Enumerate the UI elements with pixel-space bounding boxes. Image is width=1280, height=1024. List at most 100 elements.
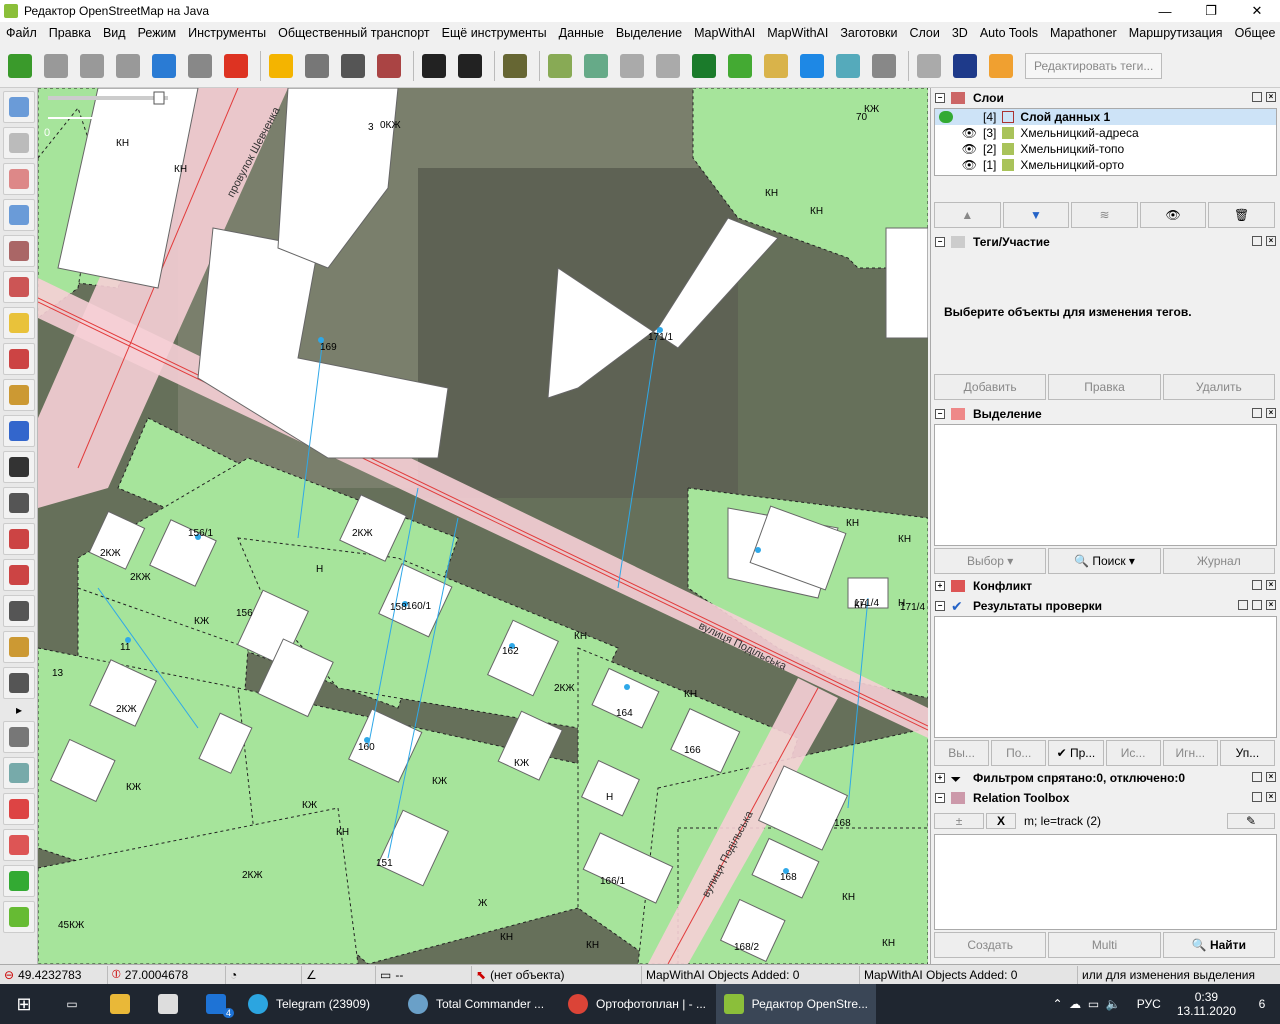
validation-select-button[interactable]: Вы... bbox=[934, 740, 990, 766]
start-button[interactable]: ⊞ bbox=[0, 984, 48, 1024]
multi-button[interactable]: Multi bbox=[1048, 932, 1161, 958]
industrial-button[interactable] bbox=[544, 49, 576, 83]
eye-icon[interactable]: 👁 bbox=[935, 142, 983, 156]
road-gray-button[interactable] bbox=[301, 49, 333, 83]
add-tag-button[interactable]: Добавить bbox=[934, 374, 1047, 400]
layer-row[interactable]: 👁 [3] Хмельницкий-адреса bbox=[935, 125, 1276, 141]
forest-button[interactable] bbox=[688, 49, 720, 83]
filter-panel-header[interactable]: + ⏷ Фильтром спрятано:0, отключено:0 × bbox=[931, 768, 1280, 788]
building-tool[interactable] bbox=[3, 667, 35, 699]
redo-button[interactable] bbox=[112, 49, 144, 83]
eye-icon[interactable]: 👁 bbox=[935, 126, 983, 140]
minimize-button[interactable]: — bbox=[1142, 0, 1188, 22]
visibility-button[interactable]: 👁 bbox=[1139, 202, 1207, 228]
edit-tool[interactable] bbox=[3, 631, 35, 663]
zoom-slider-handle[interactable] bbox=[153, 91, 165, 105]
menu-3d[interactable]: 3D bbox=[946, 26, 974, 40]
ignore-button[interactable]: Игн... bbox=[1162, 740, 1218, 766]
wall-button[interactable] bbox=[373, 49, 405, 83]
close-panel-icon[interactable]: × bbox=[1266, 408, 1276, 418]
collapse-toggle[interactable]: − bbox=[935, 601, 945, 611]
relation-toolbox-header[interactable]: − Relation Toolbox × bbox=[931, 788, 1280, 808]
menu-public-transport[interactable]: Общественный транспорт bbox=[272, 26, 436, 40]
map-tool[interactable] bbox=[3, 865, 35, 897]
validation-panel-header[interactable]: − ✔ Результаты проверки × bbox=[931, 596, 1280, 616]
refresh-tool[interactable] bbox=[3, 901, 35, 933]
search-button[interactable]: 🔍 Поиск ▾ bbox=[1048, 548, 1161, 574]
selection-panel-header[interactable]: − Выделение × bbox=[931, 404, 1280, 424]
delete-tool[interactable] bbox=[3, 235, 35, 267]
tag-tool[interactable] bbox=[3, 757, 35, 789]
zoom-tool-tool[interactable] bbox=[3, 199, 35, 231]
manage-ignored-button[interactable]: Уп... bbox=[1219, 740, 1276, 766]
split-way-tool[interactable] bbox=[3, 415, 35, 447]
menu-view[interactable]: Вид bbox=[97, 26, 132, 40]
menu-file[interactable]: Файл bbox=[0, 26, 43, 40]
history-button[interactable]: Журнал bbox=[1162, 548, 1275, 574]
layers-panel-header[interactable]: − Слои × bbox=[931, 88, 1280, 108]
josm-task[interactable]: Редактор OpenStre... bbox=[716, 984, 876, 1024]
delete-layer-button[interactable]: 🗑 bbox=[1208, 202, 1275, 228]
menu-auto-tools[interactable]: Auto Tools bbox=[974, 26, 1044, 40]
parallel-tool[interactable] bbox=[3, 343, 35, 375]
delete-tag-button[interactable]: Удалить bbox=[1162, 374, 1275, 400]
menu-tools[interactable]: Инструменты bbox=[182, 26, 272, 40]
close-panel-icon[interactable]: × bbox=[1266, 792, 1276, 802]
draw-line-tool[interactable] bbox=[3, 163, 35, 195]
collapse-toggle[interactable]: − bbox=[935, 237, 945, 247]
area-tool[interactable] bbox=[3, 307, 35, 339]
menu-mapwithai-1[interactable]: MapWithAI bbox=[688, 26, 761, 40]
settings-icon[interactable] bbox=[1238, 600, 1248, 610]
collapse-toggle[interactable]: − bbox=[935, 409, 945, 419]
select-button[interactable]: Выбор ▾ bbox=[934, 548, 1047, 574]
conflict-panel-header[interactable]: + Конфликт × bbox=[931, 576, 1280, 596]
bus-button[interactable] bbox=[454, 49, 486, 83]
menu-presets[interactable]: Заготовки bbox=[834, 26, 903, 40]
farmland-button[interactable] bbox=[760, 49, 792, 83]
close-panel-icon[interactable]: × bbox=[1266, 236, 1276, 246]
hand-tool[interactable] bbox=[3, 595, 35, 627]
josm-x-button[interactable] bbox=[985, 49, 1017, 83]
total-commander-task[interactable]: Total Commander ... bbox=[400, 984, 560, 1024]
traffic-light-button[interactable] bbox=[337, 49, 369, 83]
explorer-icon[interactable] bbox=[96, 984, 144, 1024]
pencil-line-tool[interactable] bbox=[3, 379, 35, 411]
select-tool[interactable] bbox=[3, 91, 35, 123]
menu-selection[interactable]: Выделение bbox=[610, 26, 688, 40]
menu-mapathoner[interactable]: Mapathoner bbox=[1044, 26, 1123, 40]
measure-tool[interactable] bbox=[3, 523, 35, 555]
points-tool[interactable] bbox=[3, 559, 35, 591]
preferences-button[interactable] bbox=[184, 49, 216, 83]
validation-zoom-button[interactable]: По... bbox=[991, 740, 1047, 766]
collapse-toggle[interactable]: − bbox=[935, 793, 945, 803]
move-down-button[interactable]: ▼ bbox=[1002, 202, 1070, 228]
close-panel-icon[interactable]: × bbox=[1266, 580, 1276, 590]
menu-general[interactable]: Общее bbox=[1229, 26, 1280, 40]
landfill-button[interactable] bbox=[580, 49, 612, 83]
close-panel-icon[interactable]: × bbox=[1266, 772, 1276, 782]
find-relation-button[interactable]: 🔍 Найти bbox=[1162, 932, 1275, 958]
dock-icon[interactable] bbox=[1252, 792, 1262, 802]
dock-icon[interactable] bbox=[1252, 408, 1262, 418]
dock-icon[interactable] bbox=[1252, 600, 1262, 610]
validate-button[interactable]: ✔ Пр... bbox=[1048, 740, 1104, 766]
validator-tool[interactable] bbox=[3, 793, 35, 825]
relation-x-button[interactable]: X bbox=[986, 813, 1016, 829]
map-canvas[interactable]: провулок Шевченка вулиця Подільська вули… bbox=[38, 88, 928, 964]
menu-data[interactable]: Данные bbox=[553, 26, 610, 40]
layer-row[interactable]: 👁 [2] Хмельницкий-топо bbox=[935, 141, 1276, 157]
lasso-tool[interactable] bbox=[3, 127, 35, 159]
close-panel-icon[interactable]: × bbox=[1266, 92, 1276, 102]
telegram-task[interactable]: Telegram (23909) bbox=[240, 984, 400, 1024]
dock-icon[interactable] bbox=[1252, 580, 1262, 590]
expand-toolbar-button[interactable]: ▸ bbox=[3, 703, 35, 717]
maximize-button[interactable]: ❐ bbox=[1188, 0, 1234, 22]
menu-mode[interactable]: Режим bbox=[132, 26, 183, 40]
expand-toggle[interactable]: + bbox=[935, 581, 945, 591]
fix-button[interactable]: Ис... bbox=[1105, 740, 1161, 766]
merge-layers-button[interactable]: ≋ bbox=[1071, 202, 1138, 228]
download-button[interactable] bbox=[4, 49, 36, 83]
layers-tool[interactable] bbox=[3, 721, 35, 753]
map-view[interactable]: провулок Шевченка вулиця Подільська вули… bbox=[38, 88, 928, 964]
menu-routing[interactable]: Маршрутизация bbox=[1123, 26, 1229, 40]
